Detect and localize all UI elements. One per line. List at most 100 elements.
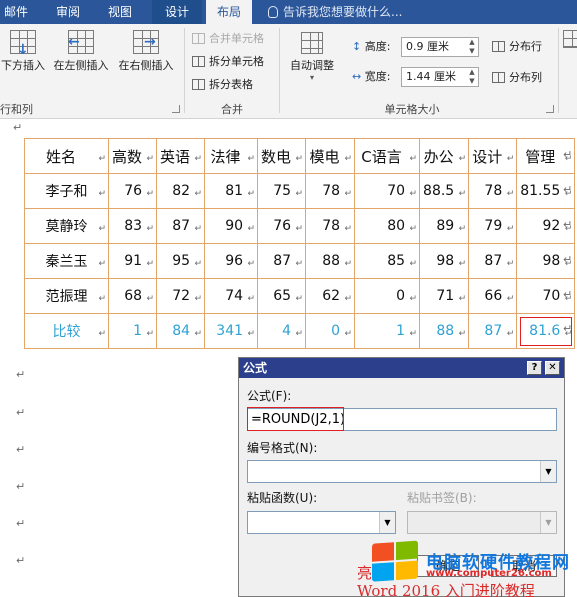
- score-cell[interactable]: 80 ↵: [354, 208, 421, 244]
- score-cell[interactable]: 76 ↵: [257, 208, 307, 244]
- chevron-down-icon[interactable]: ▼: [540, 512, 556, 533]
- name-cell[interactable]: 秦兰玉 ↵: [24, 243, 109, 279]
- height-input[interactable]: 0.9 厘米 ▲ ▼: [401, 37, 479, 57]
- header-cell[interactable]: 模电 ↵: [305, 138, 356, 174]
- distribute-cols-button[interactable]: 分布列: [492, 69, 542, 87]
- score-cell[interactable]: 88 ↵: [305, 243, 356, 279]
- dialog-title-bar[interactable]: 公式 ? ✕: [239, 358, 564, 378]
- logo-blue-pane: [372, 562, 394, 582]
- score-cell[interactable]: 68 ↵: [107, 278, 158, 314]
- comparison-cell[interactable]: 88 ↵: [419, 313, 470, 349]
- score-cell[interactable]: 66 ↵: [468, 278, 518, 314]
- score-cell[interactable]: 78 ↵: [305, 173, 356, 209]
- insert-right-button[interactable]: → 在右侧插入: [114, 30, 178, 73]
- score-cell[interactable]: 79 ↵: [468, 208, 518, 244]
- score-cell[interactable]: 78 ↵: [305, 208, 356, 244]
- cell-mark-icon: ↵: [194, 224, 203, 234]
- cell-mark-icon: ↵: [458, 294, 467, 304]
- cell-text: 79: [484, 218, 503, 234]
- tab-view[interactable]: 视图: [100, 0, 140, 24]
- chevron-down-icon[interactable]: ▼: [379, 512, 395, 533]
- comparison-cell[interactable]: 87 ↵: [468, 313, 518, 349]
- name-cell[interactable]: 李子和 ↵: [24, 173, 109, 209]
- score-cell[interactable]: 74 ↵: [204, 278, 259, 314]
- comparison-cell[interactable]: 1 ↵: [107, 313, 158, 349]
- comparison-label-cell[interactable]: 比较 ↵: [24, 313, 109, 349]
- score-cell[interactable]: 75 ↵: [257, 173, 307, 209]
- score-cell[interactable]: 98 ↵: [419, 243, 470, 279]
- score-cell[interactable]: 65 ↵: [257, 278, 307, 314]
- split-cells-button[interactable]: 拆分单元格: [192, 53, 264, 71]
- help-button[interactable]: ?: [527, 361, 542, 375]
- comparison-cell[interactable]: 1 ↵: [354, 313, 421, 349]
- merge-cells-button[interactable]: 合并单元格: [192, 30, 264, 48]
- split-table-icon: [192, 79, 205, 90]
- score-cell[interactable]: 72 ↵: [156, 278, 206, 314]
- group-divider: [558, 28, 559, 113]
- height-spinner-icon[interactable]: ▲ ▼: [466, 38, 478, 56]
- cell-text: 62: [322, 288, 341, 304]
- score-cell[interactable]: 83 ↵: [107, 208, 158, 244]
- score-cell[interactable]: 62 ↵: [305, 278, 356, 314]
- score-cell[interactable]: 70 ↵: [354, 173, 421, 209]
- chevron-down-icon[interactable]: ▼: [540, 461, 556, 482]
- comparison-cell[interactable]: 84 ↵: [156, 313, 206, 349]
- score-cell[interactable]: 90 ↵: [204, 208, 259, 244]
- comparison-cell[interactable]: 4 ↵: [257, 313, 307, 349]
- insert-left-button[interactable]: ← 在左侧插入: [50, 30, 112, 73]
- cell-text: 84: [172, 323, 191, 339]
- grades-table[interactable]: 姓名 ↵ 高数 ↵ 英语 ↵ 法律 ↵ 数电 ↵ 模电 ↵ C语言 ↵ 办公 ↵ 设计 ↵ 管理 ↵…: [24, 138, 576, 349]
- score-cell[interactable]: 76 ↵: [107, 173, 158, 209]
- tell-me-box[interactable]: 告诉我您想要做什么...: [268, 0, 402, 24]
- score-cell[interactable]: 96 ↵: [204, 243, 259, 279]
- score-cell[interactable]: 87 ↵: [257, 243, 307, 279]
- width-spinner-icon[interactable]: ▲ ▼: [466, 68, 478, 86]
- score-cell[interactable]: 87 ↵: [468, 243, 518, 279]
- header-cell[interactable]: 高数 ↵: [107, 138, 158, 174]
- tab-review[interactable]: 审阅: [48, 0, 88, 24]
- score-cell[interactable]: 88.5 ↵: [419, 173, 470, 209]
- cell-size-launcher-icon[interactable]: [546, 105, 554, 113]
- header-text: 姓名: [45, 147, 76, 166]
- score-cell[interactable]: 81 ↵: [204, 173, 259, 209]
- header-cell[interactable]: 姓名 ↵: [24, 138, 109, 174]
- score-cell[interactable]: 89 ↵: [419, 208, 470, 244]
- score-cell[interactable]: 78 ↵: [468, 173, 518, 209]
- paste-function-select[interactable]: ▼: [247, 511, 396, 534]
- alignment-grid-button[interactable]: [563, 30, 577, 51]
- score-cell[interactable]: 82 ↵: [156, 173, 206, 209]
- header-cell[interactable]: 办公 ↵: [419, 138, 470, 174]
- score-cell[interactable]: 85 ↵: [354, 243, 421, 279]
- comparison-cell[interactable]: 341 ↵: [204, 313, 259, 349]
- autofit-button[interactable]: 自动调整 ▾: [284, 32, 340, 82]
- distribute-cols-label: 分布列: [509, 71, 542, 84]
- cell-text: 85: [387, 253, 406, 269]
- header-cell[interactable]: 英语 ↵: [156, 138, 206, 174]
- name-cell[interactable]: 范振理 ↵: [24, 278, 109, 314]
- score-cell[interactable]: 0 ↵: [354, 278, 421, 314]
- autofit-dropdown-icon: ▾: [309, 73, 314, 82]
- insert-below-button[interactable]: ↓ 下方插入: [0, 30, 46, 73]
- header-cell[interactable]: 数电 ↵: [257, 138, 307, 174]
- header-cell[interactable]: C语言 ↵: [354, 138, 421, 174]
- header-cell[interactable]: 法律 ↵: [204, 138, 259, 174]
- number-format-select[interactable]: ▼: [247, 460, 557, 483]
- row-end-mark-icon: ↵: [563, 253, 573, 266]
- close-button[interactable]: ✕: [545, 361, 560, 375]
- tab-mailings[interactable]: 邮件: [0, 0, 32, 24]
- name-cell[interactable]: 莫静玲 ↵: [24, 208, 109, 244]
- score-cell[interactable]: 95 ↵: [156, 243, 206, 279]
- score-cell[interactable]: 91 ↵: [107, 243, 158, 279]
- header-cell[interactable]: 设计 ↵: [468, 138, 518, 174]
- distribute-rows-button[interactable]: 分布行: [492, 38, 542, 56]
- tab-design[interactable]: 设计: [152, 0, 202, 24]
- split-table-button[interactable]: 拆分表格: [192, 76, 253, 94]
- width-input[interactable]: 1.44 厘米 ▲ ▼: [401, 67, 479, 87]
- score-cell[interactable]: 71 ↵: [419, 278, 470, 314]
- comparison-cell[interactable]: 0 ↵: [305, 313, 356, 349]
- score-cell[interactable]: 87 ↵: [156, 208, 206, 244]
- tab-layout[interactable]: 布局: [206, 0, 252, 24]
- cell-text: 88.5: [423, 183, 455, 199]
- paste-bookmark-select[interactable]: ▼: [407, 511, 557, 534]
- rows-cols-launcher-icon[interactable]: [172, 105, 180, 113]
